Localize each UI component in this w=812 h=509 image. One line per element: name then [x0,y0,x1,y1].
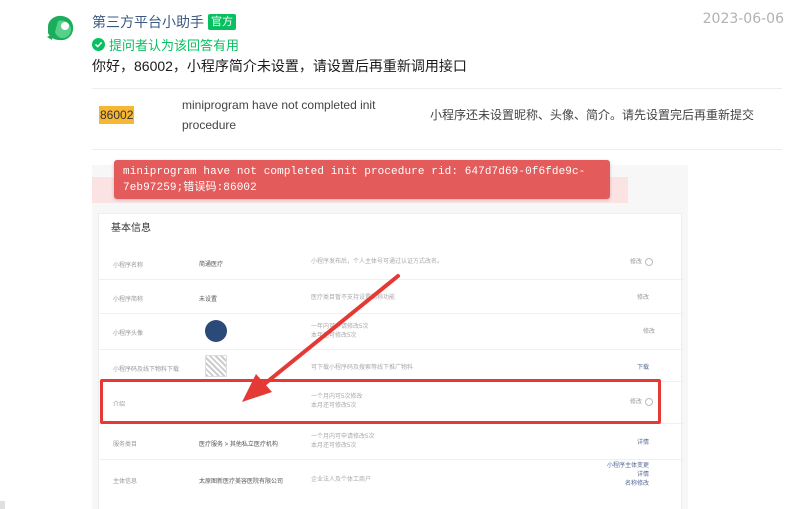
entity-actions[interactable]: 小程序主体变更 详情 名称修改 [607,462,649,489]
row-label: 服务类目 [113,442,138,448]
row-label: 小程序名称 [113,263,144,269]
helpful-text: 提问者认为该回答有用 [109,38,240,53]
author-line: 第三方平台小助手 官方 [92,12,236,32]
action-label[interactable]: 修改 [630,260,642,266]
row-label: 小程序简称 [113,297,144,303]
row-value: 简通医疗 [199,262,224,268]
embedded-screenshot: 基本信息 小程序名称 简通医疗 小程序发布后，个人主体号可通过认证方式改名。 修… [92,165,688,509]
error-toast: miniprogram have not completed init proc… [114,160,610,199]
row-action[interactable]: 修改 [630,258,653,268]
info-row-name: 小程序名称 简通医疗 小程序发布后，个人主体号可通过认证方式改名。 修改 [99,246,683,280]
row-desc: 一个月内可申请修改5次 本月还可修改5次 [311,434,375,449]
row-desc: 医疗类目暂不支持设置简称功能 [311,295,396,301]
row-value: 太原图新医疗美容医院有限公司 [199,479,284,485]
assistant-avatar [47,15,74,41]
info-row-category: 服务类目 医疗服务 > 其他私立医疗机构 一个月内可申请修改5次 本月还可修改5… [99,424,683,460]
author-name[interactable]: 第三方平台小助手 [92,12,204,32]
row-desc: 一年内可申请修改5次 本年还可修改5次 [311,324,369,339]
row-label: 主体信息 [113,479,138,485]
row-desc: 企业法人及个体工商户 [311,477,372,483]
row-label: 小程序码及线下物料下载 [113,367,180,373]
info-row-short-name: 小程序简称 未设置 医疗类目暂不支持设置简称功能 修改 [99,280,683,314]
info-row-entity: 主体信息 太原图新医疗美容医院有限公司 企业法人及个体工商户 小程序主体变更 详… [99,460,683,508]
row-desc: 可下载小程序码及搜索等线下推广物料 [311,365,414,371]
row-value: 未设置 [199,297,218,303]
row-label: 小程序头像 [113,331,144,337]
helpful-indicator: 提问者认为该回答有用 [92,35,239,54]
row-value: 医疗服务 > 其他私立医疗机构 [199,442,278,448]
info-row-qrcode: 小程序码及线下物料下载 可下载小程序码及搜索等线下推广物料 下载 [99,350,683,382]
mini-program-logo [205,320,227,342]
page-corner [0,501,5,509]
error-code: 86002 [99,106,135,124]
post-date: 2023-06-06 [702,11,784,27]
help-icon[interactable] [645,258,653,266]
qr-code-icon [205,355,227,377]
basic-info-panel: 基本信息 小程序名称 简通医疗 小程序发布后，个人主体号可通过认证方式改名。 修… [98,213,683,509]
row-desc: 小程序发布后，个人主体号可通过认证方式改名。 [311,259,444,265]
panel-title: 基本信息 [111,223,151,234]
details-link[interactable]: 详情 [637,439,649,448]
error-code-table-row: 86002 miniprogram have not completed ini… [92,88,782,150]
download-link[interactable]: 下载 [637,364,649,373]
error-message-en: miniprogram have not completed init proc… [182,98,376,132]
highlight-box [100,379,661,424]
check-circle-icon [92,38,105,51]
info-row-avatar: 小程序头像 一年内可申请修改5次 本年还可修改5次 修改 [99,314,683,350]
error-message-zh: 小程序还未设置昵称、头像、简介。请先设置完后再重新提交 [430,108,755,122]
row-action[interactable]: 修改 [643,328,655,337]
row-action[interactable]: 修改 [637,294,649,303]
official-badge: 官方 [208,14,236,30]
answer-text: 你好，86002，小程序简介未设置，请设置后再重新调用接口 [92,58,467,74]
